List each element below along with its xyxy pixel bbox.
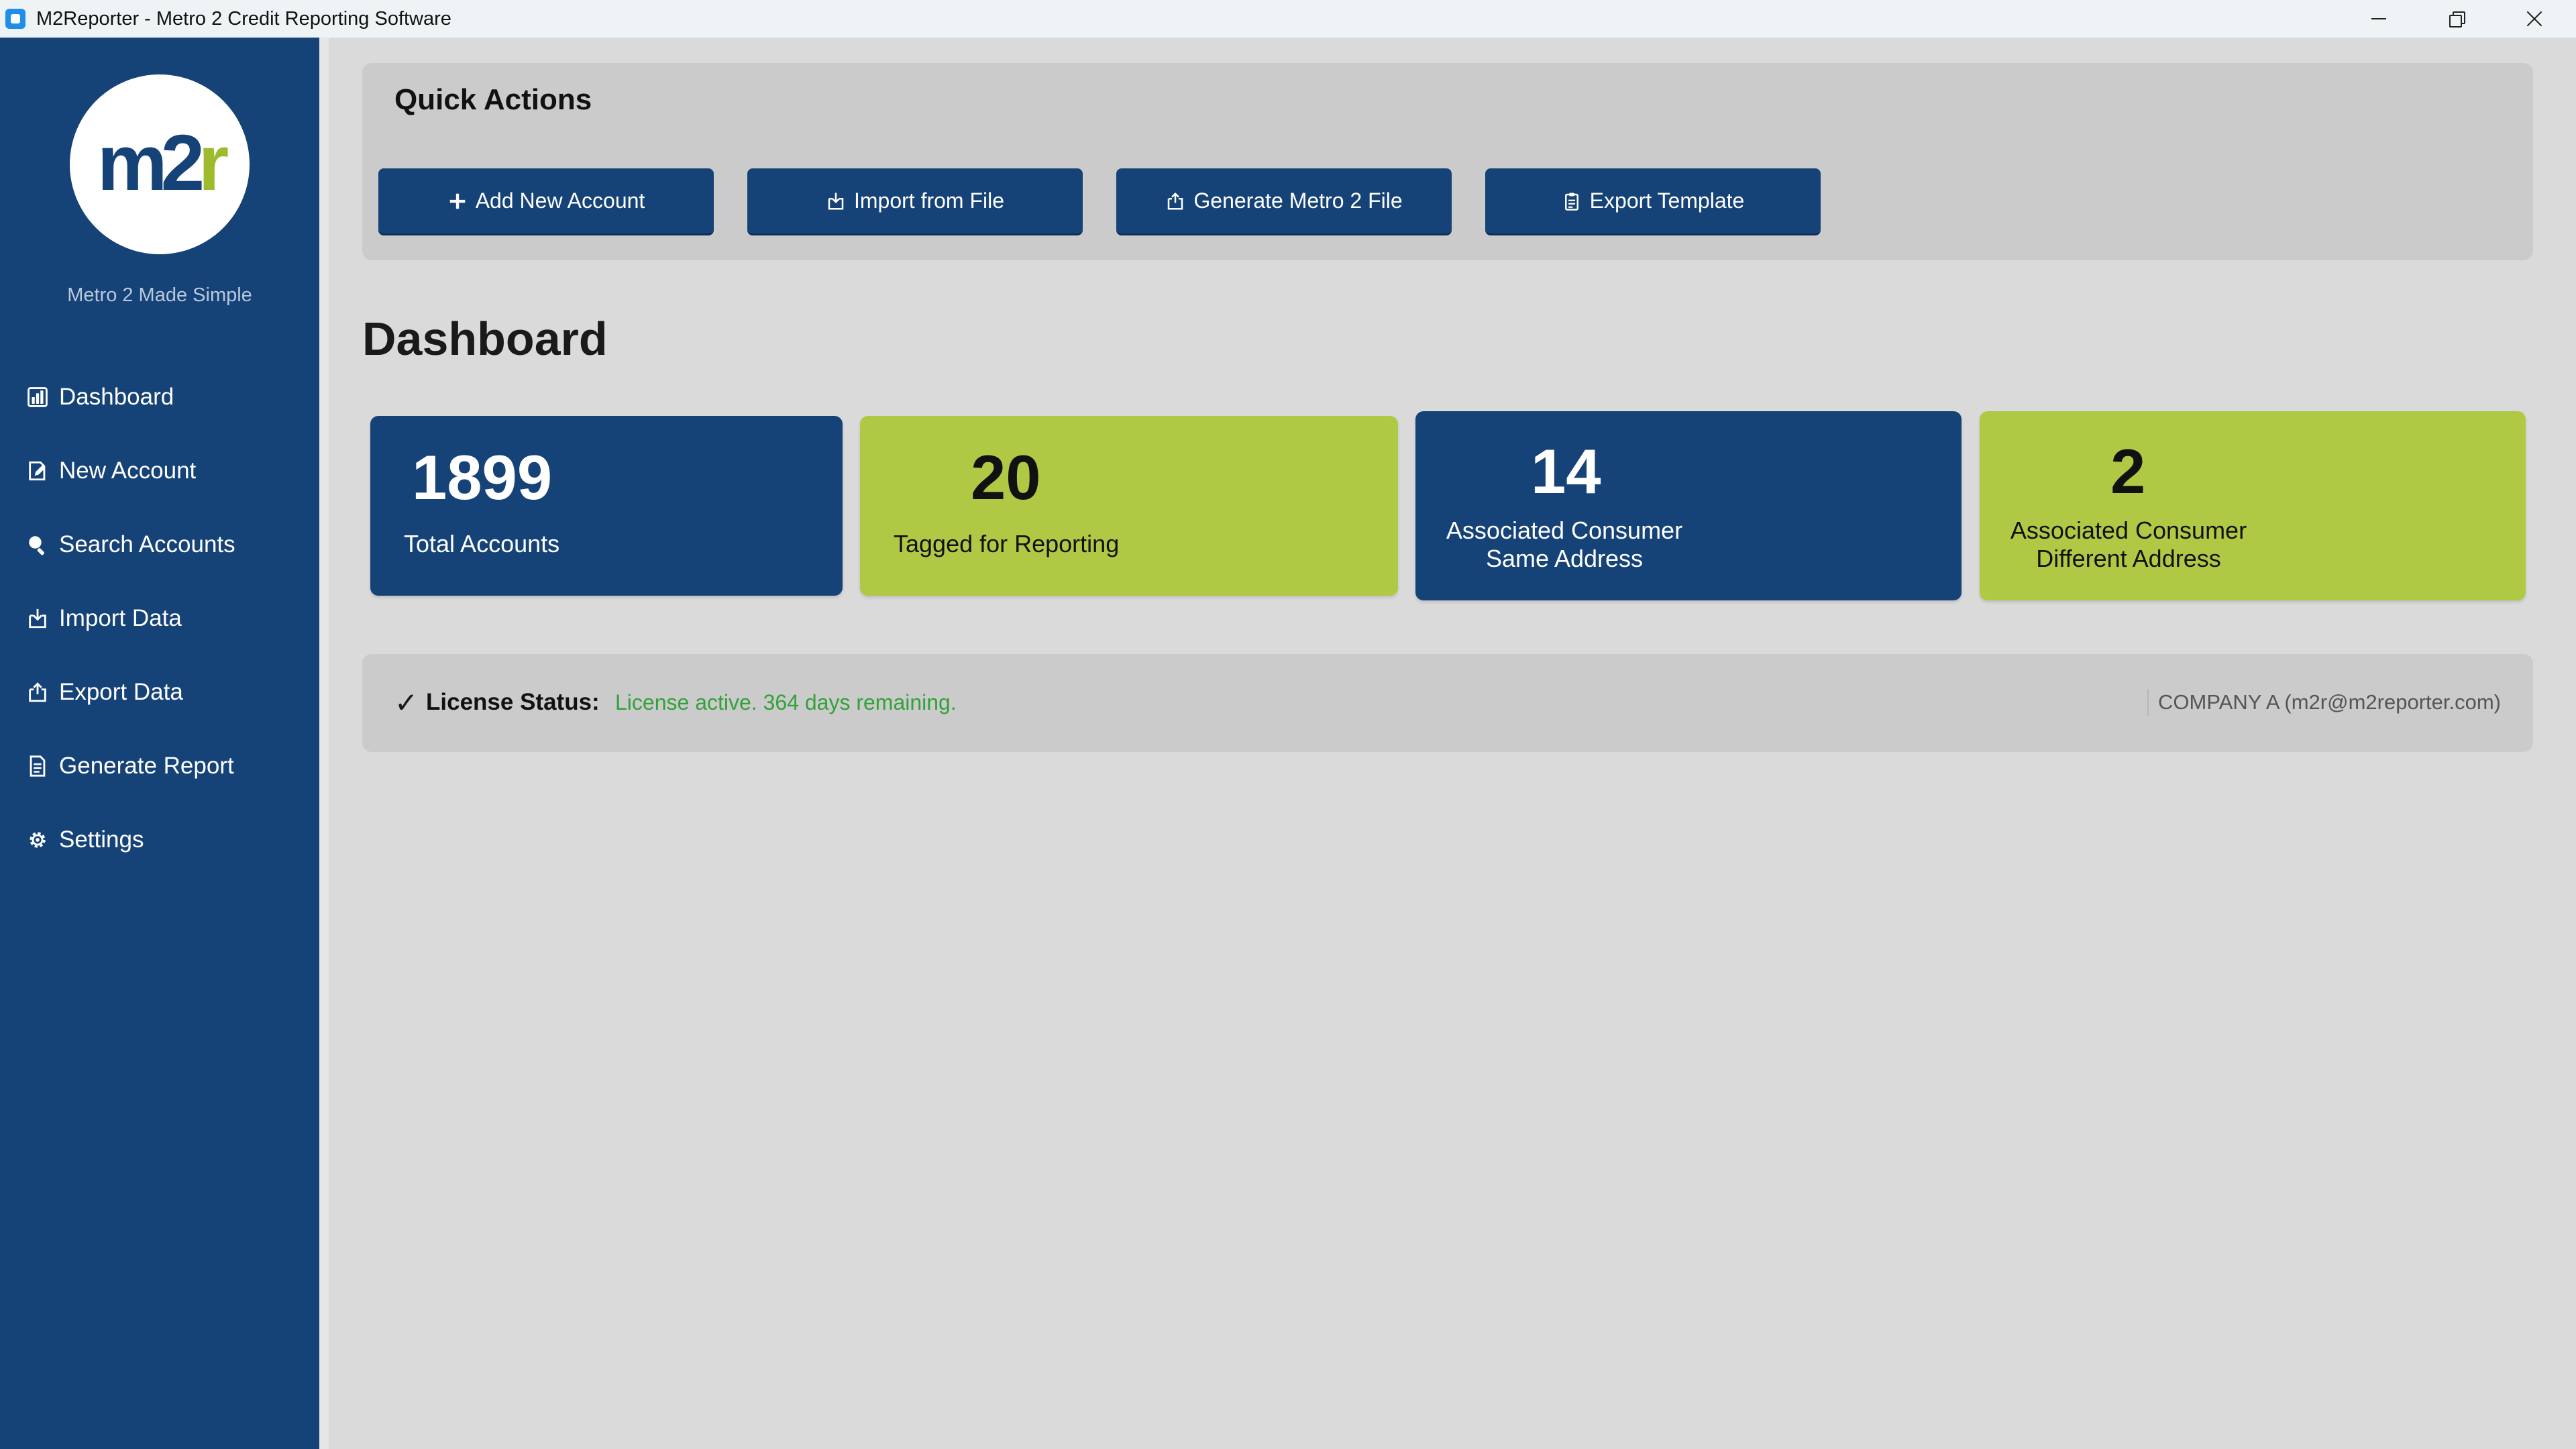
check-icon: ✓	[394, 687, 419, 718]
stat-value: 14	[1531, 436, 1601, 506]
button-label: Import from File	[853, 189, 1005, 213]
title-bar: M2Reporter - Metro 2 Credit Reporting So…	[0, 0, 2576, 38]
generate-metro2-file-button[interactable]: Generate Metro 2 File	[1116, 168, 1452, 235]
sidebar-item-label: Settings	[59, 826, 144, 853]
separator	[2147, 689, 2149, 716]
page-title: Dashboard	[362, 313, 608, 365]
stat-label: Associated Consumer	[2010, 517, 2247, 544]
export-icon	[1165, 191, 1185, 211]
button-label: Add New Account	[475, 189, 645, 213]
stat-card-total-accounts[interactable]: 1899 Total Accounts	[370, 416, 843, 596]
edit-icon	[25, 459, 50, 483]
quick-actions-panel: Quick Actions Add New Account Import fro…	[362, 63, 2533, 260]
plus-icon	[447, 191, 468, 211]
stat-label: Tagged for Reporting	[894, 530, 1120, 557]
sidebar-item-search-accounts[interactable]: Search Accounts	[0, 513, 319, 577]
sidebar-item-label: Search Accounts	[59, 531, 235, 557]
chart-icon	[25, 385, 50, 409]
clipboard-icon	[1562, 191, 1582, 211]
license-status-text: License active. 364 days remaining.	[615, 690, 957, 714]
window-title: M2Reporter - Metro 2 Credit Reporting So…	[36, 8, 451, 30]
sidebar-item-import-data[interactable]: Import Data	[0, 586, 319, 651]
close-icon	[2526, 10, 2543, 28]
sidebar-item-label: New Account	[59, 458, 197, 484]
stat-card-tagged-for-reporting[interactable]: 20 Tagged for Reporting	[860, 416, 1398, 596]
minimize-icon	[2371, 18, 2386, 19]
stat-label-secondary: Different Address	[2036, 545, 2221, 572]
sidebar-item-label: Dashboard	[59, 384, 174, 410]
sidebar-item-settings[interactable]: Settings	[0, 808, 319, 872]
sidebar-item-label: Export Data	[59, 679, 183, 705]
company-info: COMPANY A (m2r@m2reporter.com)	[2158, 690, 2501, 714]
logo: m2r	[70, 74, 250, 254]
sidebar-item-generate-report[interactable]: Generate Report	[0, 734, 319, 798]
stat-label-secondary: Same Address	[1485, 545, 1644, 572]
svg-text:m2r: m2r	[97, 119, 229, 207]
restore-button[interactable]	[2418, 0, 2496, 38]
gear-icon	[25, 828, 50, 852]
quick-actions-title: Quick Actions	[394, 83, 592, 116]
search-icon	[25, 533, 50, 557]
license-status-label: License Status:	[426, 689, 600, 715]
minimize-button[interactable]	[2340, 0, 2418, 38]
stat-label: Total Accounts	[404, 530, 560, 557]
stat-value: 20	[971, 442, 1041, 513]
sidebar-item-export-data[interactable]: Export Data	[0, 660, 319, 724]
button-label: Generate Metro 2 File	[1193, 189, 1403, 213]
sidebar-item-label: Generate Report	[59, 753, 234, 779]
sidebar-item-new-account[interactable]: New Account	[0, 439, 319, 503]
export-template-button[interactable]: Export Template	[1485, 168, 1821, 235]
import-from-file-button[interactable]: Import from File	[747, 168, 1083, 235]
stat-card-different-address[interactable]: 2 Associated Consumer Different Address	[1980, 411, 2526, 600]
stat-label: Associated Consumer	[1446, 517, 1683, 544]
export-icon	[25, 680, 50, 704]
sidebar-item-label: Import Data	[59, 605, 182, 631]
add-new-account-button[interactable]: Add New Account	[378, 168, 714, 235]
stat-value: 1899	[412, 442, 553, 513]
sidebar-item-dashboard[interactable]: Dashboard	[0, 365, 319, 429]
license-status-bar: ✓ License Status: License active. 364 da…	[362, 654, 2533, 752]
close-button[interactable]	[2496, 0, 2573, 38]
restore-icon	[2449, 11, 2465, 28]
sidebar: m2r Metro 2 Made Simple Dashboard New Ac…	[0, 38, 319, 1449]
tagline: Metro 2 Made Simple	[67, 284, 252, 306]
stat-card-same-address[interactable]: 14 Associated Consumer Same Address	[1415, 411, 1962, 600]
stat-value: 2	[2110, 436, 2146, 506]
import-icon	[25, 606, 50, 631]
app-icon	[5, 9, 25, 29]
import-icon	[826, 191, 846, 211]
button-label: Export Template	[1589, 189, 1745, 213]
document-icon	[25, 754, 50, 778]
sidebar-divider	[319, 38, 329, 1449]
